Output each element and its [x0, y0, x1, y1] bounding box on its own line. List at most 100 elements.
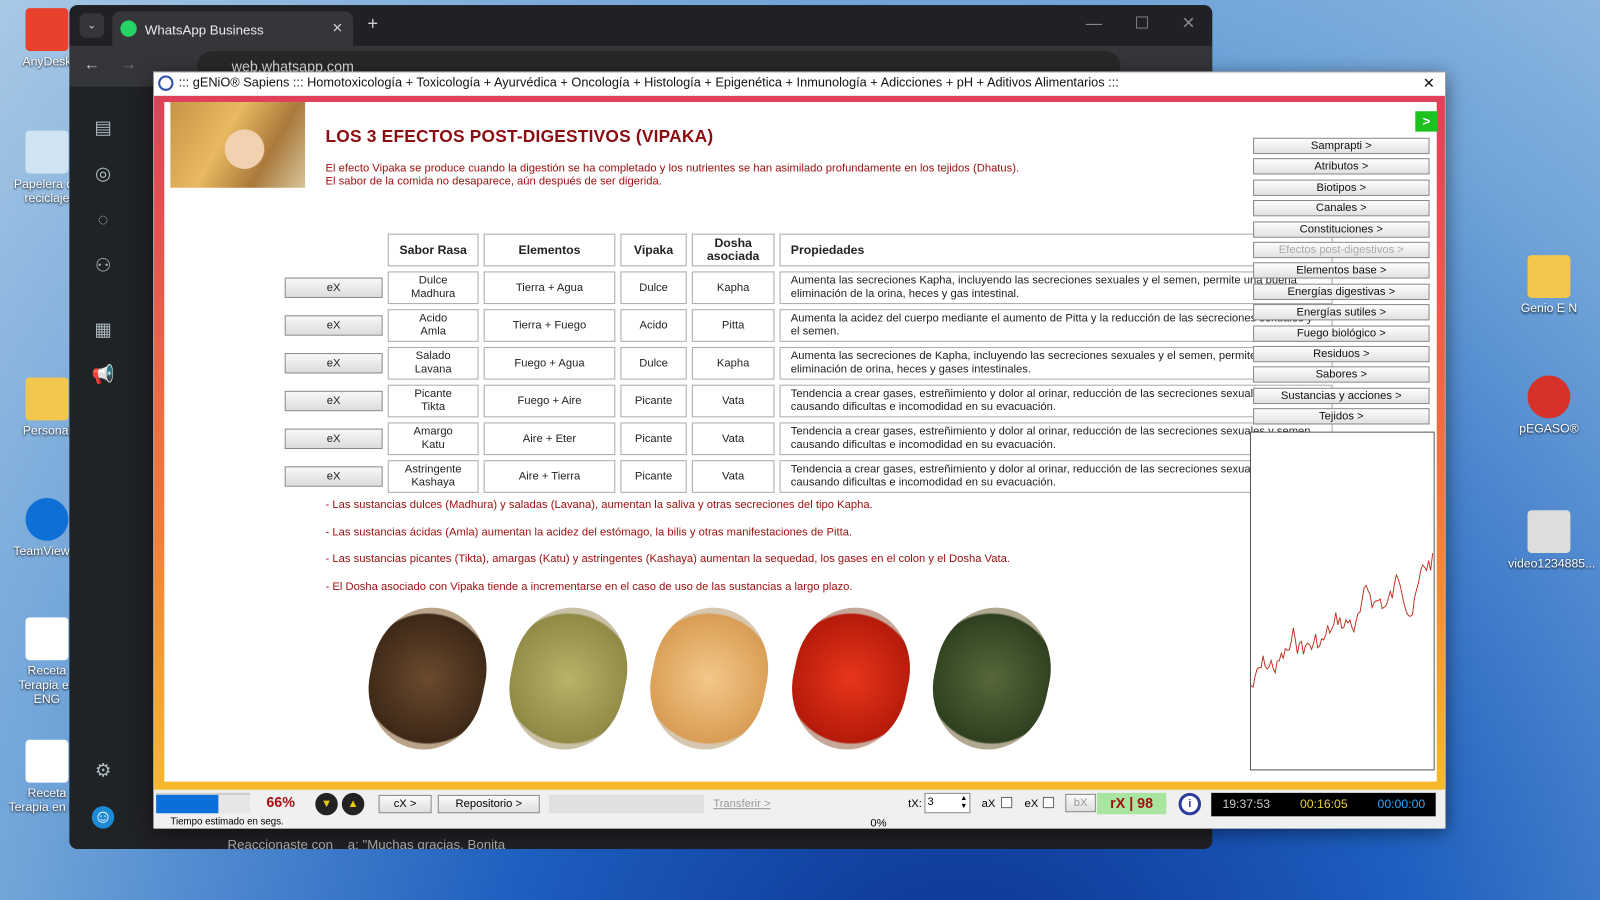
cell-vipaka: Dulce	[620, 346, 687, 380]
ex-button[interactable]: eX	[284, 277, 383, 298]
info-icon[interactable]: i	[1178, 792, 1202, 816]
tab-whatsapp[interactable]: WhatsApp Business ✕	[112, 11, 354, 46]
new-tab-button[interactable]: +	[367, 13, 378, 34]
intro-line: El sabor de la comida no desaparece, aún…	[325, 175, 662, 188]
cell-sabor: Amargo Katu	[387, 422, 479, 456]
desktop-icon-genio[interactable]: Genio E N	[1508, 255, 1590, 315]
menu-button[interactable]: Sustancias y acciones >	[1253, 387, 1430, 404]
settings-icon[interactable]: ⚙	[92, 760, 114, 782]
menu-button[interactable]: Residuos >	[1253, 345, 1430, 363]
table-row: eX Picante Tikta Fuego + Aire Picante Vat…	[284, 384, 1333, 418]
intro-line: El efecto Vipaka se produce cuando la di…	[325, 162, 1020, 175]
table-row: eX Dulce Madhura Tierra + Agua Dulce Kaph…	[284, 271, 1333, 305]
header-elementos: Elementos	[483, 233, 616, 267]
ex-label: eX	[1024, 797, 1039, 811]
table-row: eX Astringente Kashaya Aire + Tierra Pica…	[284, 460, 1333, 493]
cx-button[interactable]: cX >	[378, 794, 432, 814]
ex-button[interactable]: eX	[284, 390, 383, 412]
price-chart	[1249, 431, 1435, 771]
cell-elementos: Aire + Eter	[483, 422, 616, 456]
cell-sabor: Salado Lavana	[387, 346, 479, 380]
word-doc-icon	[25, 739, 69, 783]
chat-preview[interactable]: Reaccionaste con a: "Muchas gracias. Bon…	[228, 837, 506, 849]
repositorio-button[interactable]: Repositorio >	[437, 794, 540, 814]
menu-button[interactable]: Constituciones >	[1253, 221, 1430, 238]
catalog-icon[interactable]: ▦	[92, 319, 114, 341]
ex-button[interactable]: eX	[284, 466, 383, 487]
estimated-time-label: Tiempo estimado en segs.	[170, 816, 284, 828]
dialog-titlebar: ::: gENiO® Sapiens ::: Homotoxicología +…	[154, 72, 1445, 95]
bottom-toolbar: 66% ▼ ▲ cX > Repositorio > Transferir > …	[154, 789, 1445, 830]
menu-button[interactable]: Biotipos >	[1253, 179, 1430, 196]
back-icon[interactable]: ←	[84, 56, 100, 74]
progress-bar	[156, 792, 250, 814]
bx-button[interactable]: bX	[1065, 793, 1096, 813]
menu-button[interactable]: Sabores >	[1253, 366, 1430, 384]
vipaka-table: Sabor Rasa Elementos Vipaka Dosha asocia…	[280, 229, 1338, 498]
menu-button[interactable]: Energías digestivas >	[1253, 283, 1430, 300]
desktop-icon-pegaso[interactable]: pEGASO®	[1508, 375, 1590, 436]
cell-elementos: Tierra + Fuego	[483, 309, 616, 342]
spoon-herbs-image	[921, 596, 1063, 761]
ex-button[interactable]: eX	[284, 353, 383, 374]
header-propiedades: Propiedades	[779, 233, 1333, 267]
table-row: eX Acido Amla Tierra + Fuego Acido Pitta …	[284, 309, 1333, 342]
menu-button[interactable]: Elementos base >	[1253, 262, 1430, 279]
cell-propiedades: Aumenta las secreciones Kapha, incluyend…	[779, 271, 1333, 305]
cell-elementos: Aire + Tierra	[483, 460, 616, 493]
menu-button[interactable]: Tejidos >	[1253, 408, 1430, 425]
pegaso-icon	[1527, 375, 1571, 419]
elapsed-time: 00:16:05	[1299, 796, 1348, 812]
ex-button[interactable]: eX	[284, 315, 383, 336]
cell-vipaka: Acido	[620, 309, 687, 342]
genio-dialog: ::: gENiO® Sapiens ::: Homotoxicología +…	[153, 71, 1446, 830]
cell-dosha: Kapha	[691, 271, 775, 305]
menu-button[interactable]: Energías sutiles >	[1253, 304, 1430, 321]
menu-button[interactable]: Efectos post-digestivos >	[1253, 241, 1430, 259]
word-doc-icon	[25, 617, 69, 661]
header-vipaka: Vipaka	[620, 233, 687, 267]
ads-icon[interactable]: 📢	[92, 364, 115, 386]
menu-button[interactable]: Atributos >	[1253, 158, 1430, 175]
table-row: eX Amargo Katu Aire + Eter Picante Vata T…	[284, 422, 1333, 456]
cell-propiedades: Aumenta la acidez del cuerpo mediante el…	[779, 309, 1333, 342]
cell-elementos: Fuego + Agua	[483, 346, 616, 380]
ex-button[interactable]: eX	[284, 428, 383, 449]
maximize-icon[interactable]: ☐	[1135, 13, 1150, 33]
rx-counter[interactable]: rX | 98	[1096, 792, 1167, 815]
genio-logo-icon	[158, 75, 174, 91]
minimize-icon[interactable]: —	[1086, 15, 1102, 33]
tab-list-button[interactable]: ⌄	[79, 13, 105, 38]
communities-icon[interactable]: ⚇	[92, 255, 114, 277]
chats-icon[interactable]: ▤	[92, 117, 114, 139]
next-button[interactable]: >	[1415, 111, 1438, 132]
desktop-icon-video[interactable]: video1234885...	[1508, 510, 1595, 570]
tx-label: tX:	[908, 797, 922, 811]
ex-checkbox[interactable]	[1042, 796, 1055, 809]
dialog-close-icon[interactable]: ✕	[1423, 74, 1435, 91]
close-tab-icon[interactable]: ✕	[332, 20, 343, 36]
cell-elementos: Fuego + Aire	[483, 384, 616, 418]
close-window-icon[interactable]: ✕	[1182, 13, 1196, 33]
channels-icon[interactable]: ◌	[92, 209, 114, 231]
ax-checkbox[interactable]	[1001, 796, 1013, 809]
scroll-down-button[interactable]: ▼	[315, 792, 338, 816]
cell-vipaka: Dulce	[620, 271, 687, 305]
profile-icon[interactable]: ☺	[91, 806, 115, 829]
forward-icon[interactable]: →	[120, 56, 136, 74]
tx-stepper[interactable]: 3 ▲ ▼	[924, 792, 971, 814]
chart-series-line	[1251, 553, 1434, 688]
cell-sabor: Picante Tikta	[387, 384, 479, 418]
menu-button[interactable]: Samprapti >	[1253, 137, 1430, 155]
status-icon[interactable]: ◎	[92, 163, 114, 185]
cell-dosha: Vata	[691, 460, 775, 493]
anydesk-icon	[25, 8, 69, 52]
menu-button[interactable]: Canales >	[1253, 200, 1430, 217]
whatsapp-icon	[120, 20, 137, 37]
transferir-link[interactable]: Transferir >	[713, 798, 770, 810]
cell-sabor: Dulce Madhura	[387, 271, 479, 305]
spoon-green-powder-image	[497, 596, 640, 761]
menu-button[interactable]: Fuego biológico >	[1253, 325, 1430, 342]
cell-elementos: Tierra + Agua	[483, 271, 616, 305]
scroll-up-button[interactable]: ▲	[341, 792, 365, 816]
